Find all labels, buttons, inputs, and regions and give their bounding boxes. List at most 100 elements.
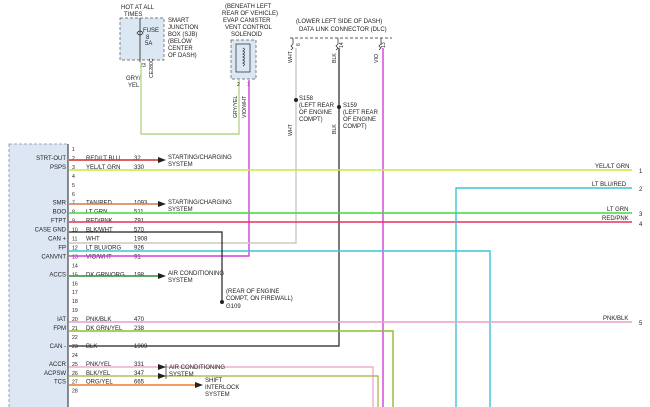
circuit-number-label: 91 [134, 254, 141, 260]
splice-s158-dot [294, 98, 298, 102]
svg-text:RED/PNK: RED/PNK [602, 216, 629, 222]
dlc-location: (LOWER LEFT SIDE OF DASH) [296, 19, 382, 25]
svg-text:EVAP CANISTER: EVAP CANISTER [223, 18, 271, 24]
svg-text:(BENEATH LEFT: (BENEATH LEFT [225, 4, 272, 10]
evap-pin-1: 2 [237, 82, 240, 88]
dlc-wire-blk: BLK [332, 53, 338, 63]
svg-text:OF ENGINE: OF ENGINE [299, 110, 332, 116]
splice-s159-dot [337, 105, 341, 109]
pin-function-label: SMR [53, 201, 67, 207]
offpage-ref-5: PNK/BLK 5 [603, 316, 643, 327]
dest-shift-interlock: SHIFT INTERLOCK SYSTEM [205, 378, 239, 398]
sjb-hot-note-2: TIMES [124, 12, 142, 18]
pin-number: 18 [72, 299, 78, 305]
ground-g109-icon [220, 300, 224, 304]
svg-text:S158: S158 [299, 96, 314, 102]
wire-color-label: BLK [86, 344, 97, 350]
evap-wire-1-label: GRY/YEL [233, 95, 239, 118]
wire-blk-dlc [69, 48, 340, 347]
wire-color-label: VIO/WHT [86, 254, 112, 260]
wire-color-label: WHT [86, 237, 100, 243]
circuit-number-label: 32 [134, 156, 141, 162]
svg-text:G109: G109 [226, 304, 241, 310]
svg-text:PNK/BLK: PNK/BLK [603, 316, 628, 322]
offpage-ref-2: LT BLU/RED 2 [592, 182, 643, 193]
wire-dk-grn-yel [69, 330, 394, 407]
fuse-name: FUSE [143, 28, 159, 34]
pin-number: 1 [72, 147, 75, 153]
wire-gry-yel-sjb [140, 62, 240, 135]
svg-text:STARTING/CHARGING: STARTING/CHARGING [168, 200, 232, 206]
splice-blk-label: BLK [332, 124, 338, 134]
dlc-wire-vio: VIO [374, 54, 380, 63]
svg-text:SYSTEM: SYSTEM [205, 392, 230, 398]
pin-function-label: ACCS [49, 272, 66, 278]
pin-function-label: CAN - [50, 344, 66, 350]
svg-text:SOLENOID: SOLENOID [231, 32, 263, 38]
pin-number: 23 [72, 344, 78, 350]
pin-number: 6 [72, 192, 75, 198]
pin-function-label: ACPSW [44, 371, 66, 377]
svg-text:OF DASH): OF DASH) [168, 53, 197, 59]
dest-starting-charging-2: STARTING/CHARGING SYSTEM [168, 200, 232, 213]
wire-color-label: RED/LT BLU [86, 156, 120, 162]
pin-function-label: TCS [54, 380, 66, 386]
sjb-box [119, 17, 165, 61]
svg-text:STARTING/CHARGING: STARTING/CHARGING [168, 155, 232, 161]
pin-function-label: FP [58, 245, 66, 251]
pin-number: 19 [72, 308, 78, 314]
circuit-number-label: 570 [134, 228, 145, 234]
dlc-pin-14: 14 [339, 42, 345, 48]
fuse-rating: 5A [145, 41, 152, 47]
pin-number: 13 [72, 254, 78, 260]
svg-text:SYSTEM: SYSTEM [169, 372, 194, 378]
dlc-pin-6: 6 [296, 43, 302, 46]
pin-number: 24 [72, 353, 78, 359]
pin-number: 22 [72, 335, 78, 341]
pin-number: 4 [72, 174, 75, 180]
pin-function-label: CAN + [48, 237, 66, 243]
splice-wht-label: WHT [288, 123, 294, 136]
pin-function-label: PSPS [50, 165, 66, 171]
evap-solenoid-label: (BENEATH LEFT REAR OF VEHICLE) EVAP CANI… [222, 4, 278, 38]
dlc-wire-wht: WHT [288, 50, 294, 63]
pin-number: 16 [72, 281, 78, 287]
svg-text:(REAR OF ENGINE: (REAR OF ENGINE [226, 289, 279, 295]
svg-text:1: 1 [639, 169, 643, 175]
pin-number: 11 [72, 237, 77, 243]
fuse-wire-color-1: GRY/ [126, 76, 141, 82]
svg-text:COMPT, ON FIREWALL): COMPT, ON FIREWALL) [226, 296, 293, 302]
wire-color-label: BLK/WHT [86, 228, 113, 234]
svg-text:CENTER: CENTER [168, 46, 193, 52]
fuse-wire-color-2: YEL [128, 83, 140, 89]
dest-starting-charging-1: STARTING/CHARGING SYSTEM [168, 155, 232, 168]
svg-text:OF ENGINE: OF ENGINE [343, 117, 376, 123]
splice-s158-label: S158 (LEFT REAR OF ENGINE COMPT) [299, 96, 335, 123]
pin-function-label: ACCR [49, 362, 67, 368]
pin-function-label: FTPT [51, 219, 66, 225]
circuit-number-label: 1908 [134, 237, 148, 243]
dlc-title: DATA LINK CONNECTOR (DLC) [299, 27, 387, 33]
svg-text:SYSTEM: SYSTEM [168, 207, 193, 213]
svg-text:4: 4 [639, 222, 643, 228]
svg-text:3: 3 [639, 212, 643, 218]
svg-text:5: 5 [639, 321, 643, 327]
pin-number: 14 [72, 263, 78, 269]
pin-function-label: STRT-OUT [36, 156, 66, 162]
pin-number: 28 [72, 389, 78, 395]
splice-s159-label: S159 (LEFT REAR OF ENGINE COMPT) [343, 103, 379, 130]
svg-text:INTERLOCK: INTERLOCK [205, 385, 239, 391]
svg-text:JUNCTION: JUNCTION [168, 25, 198, 31]
evap-wire-2-label: VIO/WHT [242, 95, 248, 118]
svg-text:LT BLU/RED: LT BLU/RED [592, 182, 627, 188]
svg-text:SYSTEM: SYSTEM [168, 162, 193, 168]
svg-text:SYSTEM: SYSTEM [168, 278, 193, 284]
svg-text:2: 2 [639, 187, 643, 193]
svg-text:COMPT): COMPT) [299, 117, 323, 123]
pin-function-label: CANVNT [41, 254, 66, 260]
svg-text:VENT CONTROL: VENT CONTROL [225, 25, 273, 31]
dlc-terminal-icons [290, 38, 382, 51]
pin-function-label: IAT [57, 317, 66, 323]
svg-text:LT GRN: LT GRN [607, 207, 628, 213]
sjb-hot-note-1: HOT AT ALL [121, 5, 155, 11]
